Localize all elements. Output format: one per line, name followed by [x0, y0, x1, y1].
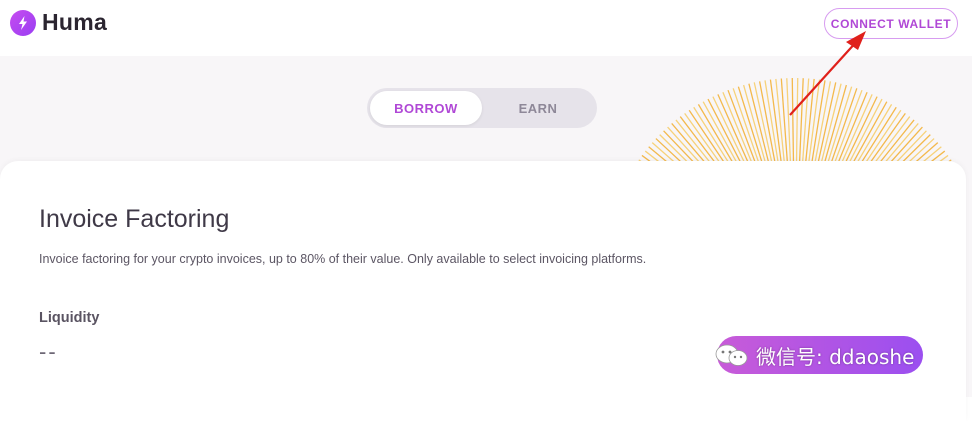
tab-earn[interactable]: EARN [482, 91, 594, 125]
watermark: 微信号: ddaoshe [712, 340, 952, 370]
connect-wallet-button[interactable]: CONNECT WALLET [824, 8, 958, 39]
top-header: Huma CONNECT WALLET [0, 0, 972, 56]
borrow-earn-toggle: BORROW EARN [367, 88, 597, 128]
sunburst-ray [795, 78, 799, 174]
invoice-factoring-card: Invoice Factoring Invoice factoring for … [0, 161, 966, 421]
huma-logo[interactable]: Huma [10, 9, 107, 36]
liquidity-value: -- [39, 339, 58, 364]
app-name: Huma [42, 9, 108, 35]
card-description: Invoice factoring for your crypto invoic… [39, 252, 647, 266]
liquidity-label: Liquidity [39, 310, 100, 326]
watermark-text: 微信号: ddaoshe [756, 344, 915, 369]
huma-logo-icon [10, 9, 36, 36]
card-title: Invoice Factoring [39, 205, 230, 233]
tab-borrow[interactable]: BORROW [370, 91, 482, 125]
wechat-icon [715, 344, 748, 366]
sunburst-ray [791, 78, 795, 174]
